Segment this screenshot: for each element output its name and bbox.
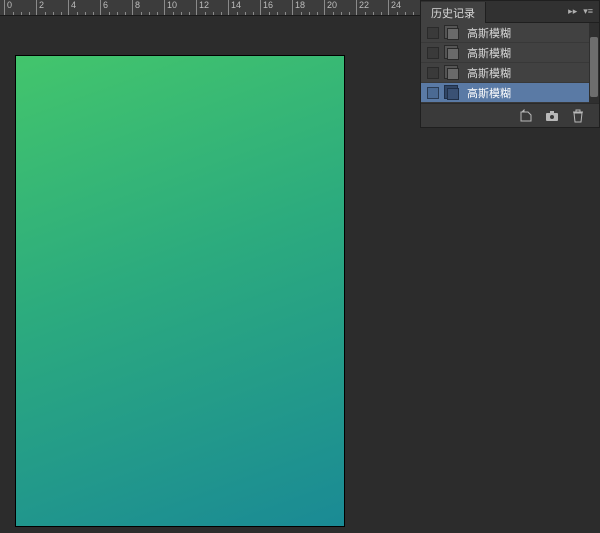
ruler-tick: 8 <box>132 0 140 16</box>
panel-tab-bar: 历史记录 ▸▸ ▾≡ <box>421 1 599 23</box>
ruler-tick: 6 <box>100 0 108 16</box>
panel-menu-icon[interactable]: ▾≡ <box>583 6 593 17</box>
tab-history[interactable]: 历史记录 <box>421 2 486 23</box>
history-state-icon <box>445 27 459 39</box>
tab-history-label: 历史记录 <box>431 8 475 20</box>
create-document-icon[interactable] <box>519 109 533 123</box>
history-state-icon <box>445 47 459 59</box>
ruler-tick: 20 <box>324 0 337 16</box>
panel-menu-buttons: ▸▸ ▾≡ <box>568 1 599 22</box>
history-list: 高斯模糊高斯模糊高斯模糊高斯模糊 <box>421 23 599 103</box>
ruler-tick: 16 <box>260 0 273 16</box>
ruler-tick: 0 <box>4 0 12 16</box>
history-scrollbar-thumb[interactable] <box>590 37 598 97</box>
ruler-tick: 12 <box>196 0 209 16</box>
history-item-label: 高斯模糊 <box>467 65 511 81</box>
panel-collapse-icon[interactable]: ▸▸ <box>568 6 577 17</box>
ruler-tick: 24 <box>388 0 401 16</box>
ruler-horizontal: 024681012141618202224 <box>0 0 420 16</box>
history-scrollbar[interactable] <box>589 23 599 103</box>
history-item-label: 高斯模糊 <box>467 85 511 101</box>
ruler-tick: 18 <box>292 0 305 16</box>
history-state-icon <box>445 87 459 99</box>
history-visibility-toggle[interactable] <box>427 87 439 99</box>
ruler-tick: 22 <box>356 0 369 16</box>
history-visibility-toggle[interactable] <box>427 47 439 59</box>
history-panel: 历史记录 ▸▸ ▾≡ 高斯模糊高斯模糊高斯模糊高斯模糊 <box>420 0 600 128</box>
ruler-tick: 2 <box>36 0 44 16</box>
history-state-icon <box>445 67 459 79</box>
history-visibility-toggle[interactable] <box>427 27 439 39</box>
delete-icon[interactable] <box>571 109 585 123</box>
history-item[interactable]: 高斯模糊 <box>421 63 599 83</box>
history-visibility-toggle[interactable] <box>427 67 439 79</box>
workspace-area <box>0 16 420 533</box>
history-item[interactable]: 高斯模糊 <box>421 23 599 43</box>
history-item[interactable]: 高斯模糊 <box>421 43 599 63</box>
history-item[interactable]: 高斯模糊 <box>421 83 599 103</box>
history-item-label: 高斯模糊 <box>467 45 511 61</box>
ruler-tick: 4 <box>68 0 76 16</box>
canvas-artboard[interactable] <box>16 56 344 526</box>
history-item-label: 高斯模糊 <box>467 25 511 41</box>
snapshot-icon[interactable] <box>545 109 559 123</box>
ruler-tick: 10 <box>164 0 177 16</box>
ruler-tick: 14 <box>228 0 241 16</box>
history-panel-footer <box>421 103 599 127</box>
